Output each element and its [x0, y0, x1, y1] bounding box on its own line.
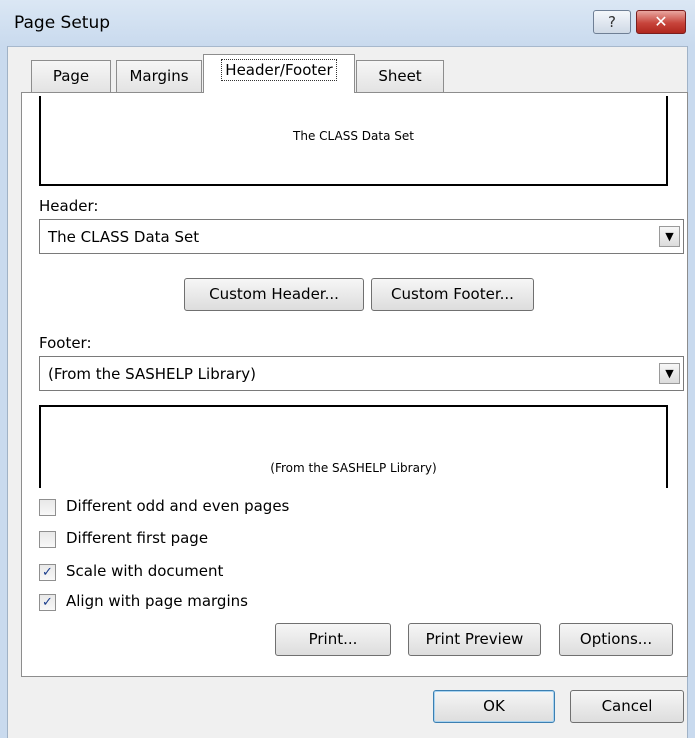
header-preview: The CLASS Data Set	[39, 96, 668, 186]
checkbox[interactable]: ✓	[39, 564, 56, 581]
header-dropdown-value: The CLASS Data Set	[48, 228, 200, 246]
help-button[interactable]: ?	[593, 10, 631, 34]
header-preview-text: The CLASS Data Set	[293, 129, 414, 143]
footer-preview: (From the SASHELP Library)	[39, 405, 668, 488]
checkmark-icon: ✓	[42, 565, 53, 580]
checkmark-icon: ✓	[42, 595, 53, 610]
close-button[interactable]: ✕	[636, 10, 686, 34]
tab-margins[interactable]: Margins	[116, 60, 202, 92]
footer-label: Footer:	[39, 334, 92, 352]
tab-label: Header/Footer	[221, 59, 337, 81]
title-bar: Page Setup ? ✕	[0, 0, 695, 47]
cancel-button[interactable]: Cancel	[570, 690, 684, 723]
header-label: Header:	[39, 197, 99, 215]
tab-label: Margins	[129, 67, 189, 85]
option-label: Align with page margins	[66, 592, 248, 610]
options-button[interactable]: Options...	[559, 623, 673, 656]
checkbox[interactable]: ✓	[39, 594, 56, 611]
footer-dropdown-value: (From the SASHELP Library)	[48, 365, 256, 383]
tab-page[interactable]: Page	[31, 60, 111, 92]
footer-preview-text: (From the SASHELP Library)	[270, 461, 437, 475]
header-dropdown[interactable]: The CLASS Data Set ▼	[39, 219, 684, 254]
tab-sheet[interactable]: Sheet	[356, 60, 444, 92]
chevron-down-icon[interactable]: ▼	[659, 363, 680, 384]
checkbox[interactable]	[39, 499, 56, 516]
checkbox[interactable]	[39, 531, 56, 548]
print-preview-button[interactable]: Print Preview	[408, 623, 541, 656]
help-icon: ?	[608, 13, 616, 31]
custom-header-button[interactable]: Custom Header...	[184, 278, 364, 311]
tab-header-footer[interactable]: Header/Footer	[203, 54, 355, 93]
close-icon: ✕	[654, 12, 668, 31]
option-label: Different odd and even pages	[66, 497, 290, 515]
option-label: Different first page	[66, 529, 209, 547]
chevron-down-icon[interactable]: ▼	[659, 226, 680, 247]
tab-label: Sheet	[378, 67, 422, 85]
tab-label: Page	[52, 67, 90, 85]
window-frame-right	[687, 46, 695, 738]
ok-button[interactable]: OK	[433, 690, 555, 723]
custom-footer-button[interactable]: Custom Footer...	[371, 278, 534, 311]
window-frame-left	[0, 46, 8, 738]
option-label: Scale with document	[66, 562, 224, 580]
window-title: Page Setup	[14, 13, 111, 33]
footer-dropdown[interactable]: (From the SASHELP Library) ▼	[39, 356, 684, 391]
print-button[interactable]: Print...	[275, 623, 391, 656]
